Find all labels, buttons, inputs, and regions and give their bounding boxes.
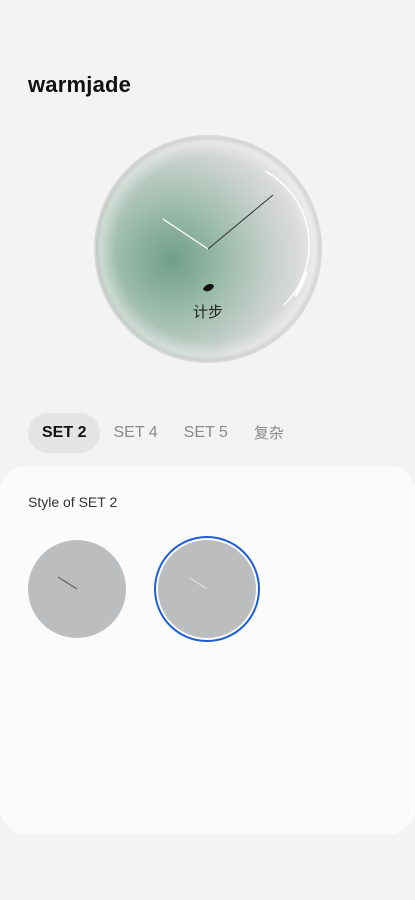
tab-set-2[interactable]: SET 2	[28, 413, 101, 453]
style-panel: Style of SET 2	[0, 466, 415, 834]
style-option-1[interactable]	[28, 540, 126, 638]
tab-complex[interactable]: 复杂	[241, 413, 297, 453]
watch-face-graphic	[94, 135, 322, 363]
style-option-2-hands-icon	[189, 577, 208, 590]
style-panel-heading: Style of SET 2	[28, 494, 118, 510]
steps-complication-label: 计步	[192, 303, 223, 321]
set-tabs: SET 2 SET 4 SET 5 复杂	[28, 413, 297, 453]
page-title: warmjade	[28, 72, 132, 97]
tab-set-4[interactable]: SET 4	[100, 413, 170, 453]
tab-set-5[interactable]: SET 5	[171, 413, 241, 453]
style-option-2-selected[interactable]	[158, 540, 256, 638]
style-option-1-hands-icon	[57, 576, 78, 590]
watch-face-preview: 计步	[92, 133, 324, 365]
